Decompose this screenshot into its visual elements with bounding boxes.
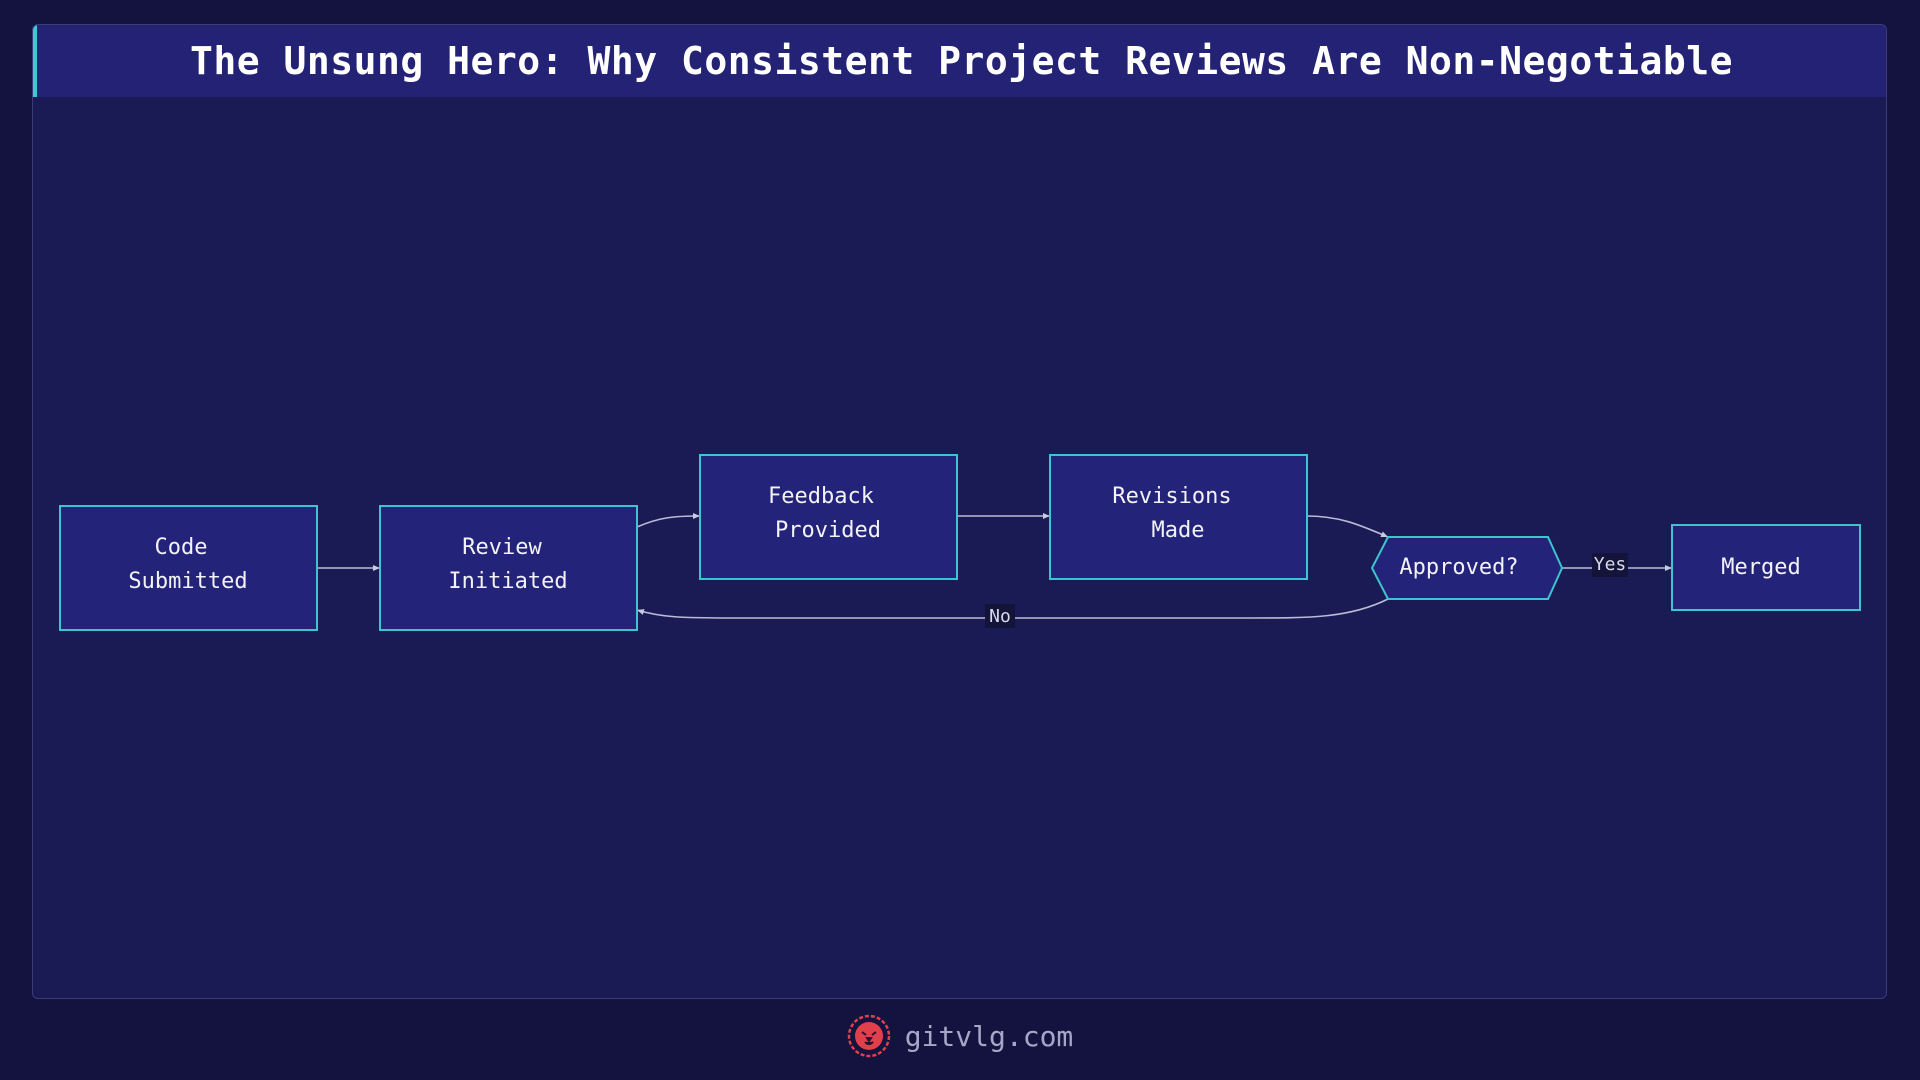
- node-label-line: Submitted: [128, 569, 247, 594]
- lion-head-icon[interactable]: [847, 1014, 891, 1058]
- node-merged: Merged: [1671, 524, 1861, 611]
- edge-label-no: No: [989, 606, 1011, 627]
- node-label-line: Feedback: [768, 484, 874, 509]
- footer-site-link[interactable]: gitvlg.com: [905, 1020, 1074, 1053]
- node-code-submitted: Code Submitted: [59, 505, 318, 631]
- node-label-line: Initiated: [448, 569, 567, 594]
- node-review-initiated: Review Initiated: [379, 505, 638, 631]
- node-label-line: Code: [155, 535, 208, 560]
- node-approved-decision: Approved?: [1370, 536, 1564, 600]
- edge-review-to-feedback: [636, 513, 701, 528]
- node-label-line: Review: [462, 535, 542, 560]
- edge-revisions-to-approved: [1306, 515, 1389, 538]
- edge-label-yes: Yes: [1594, 554, 1627, 575]
- node-label-line: Merged: [1721, 555, 1800, 580]
- node-label-line: Provided: [775, 518, 881, 543]
- node-label-line: Made: [1152, 518, 1205, 543]
- footer: gitvlg.com: [0, 1012, 1920, 1060]
- node-label-line: Approved?: [1399, 555, 1518, 580]
- flowchart: Yes No Code Submitted Review Initiated F…: [59, 454, 1861, 631]
- node-feedback-provided: Feedback Provided: [699, 454, 958, 580]
- node-label-line: Revisions: [1112, 484, 1231, 509]
- node-revisions-made: Revisions Made: [1049, 454, 1308, 580]
